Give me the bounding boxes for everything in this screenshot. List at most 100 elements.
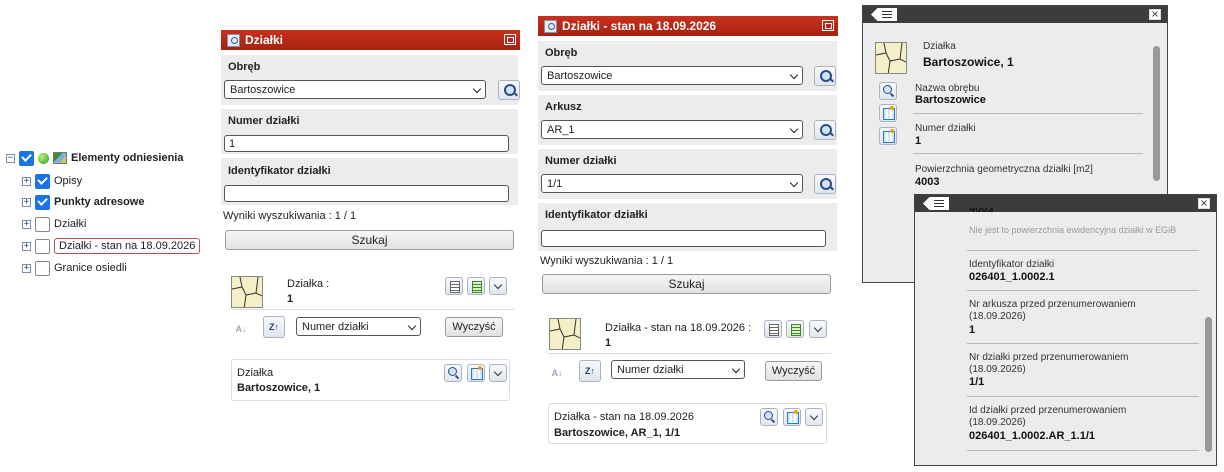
sort-select[interactable]: Numer działki xyxy=(611,360,745,379)
field-label: Powierzchnia geometryczna działki [m2] xyxy=(915,164,1093,175)
chevron-down-icon[interactable] xyxy=(489,364,507,382)
info-name: Bartoszowice, 1 xyxy=(923,55,1014,69)
expand-icon[interactable]: + xyxy=(22,219,31,229)
chevron-down-icon xyxy=(789,124,799,134)
field-label: Nr arkusza przed przenumerowaniem (18.09… xyxy=(969,299,1136,322)
checkbox-granice[interactable] xyxy=(35,260,50,276)
tree-label[interactable]: Działki xyxy=(54,218,86,230)
detail-card[interactable]: Działka - stan na 18.09.2026 Bartoszowic… xyxy=(548,403,827,444)
zoom-to-icon[interactable] xyxy=(444,364,462,382)
tree-row-dzialki-stan[interactable]: + Działki - stan na 18.09.2026 xyxy=(22,236,201,256)
clear-button[interactable]: Wyczyść xyxy=(445,317,503,337)
locate-map-icon[interactable] xyxy=(879,104,897,122)
separator xyxy=(913,113,1143,114)
info-type: Działka xyxy=(923,41,956,52)
obreb-search-button[interactable] xyxy=(814,66,836,86)
result-card[interactable]: Działka - stan na 18.09.2026 : 1 xyxy=(546,314,832,354)
checkbox-dzialki[interactable] xyxy=(35,216,50,232)
search-button[interactable]: Szukaj xyxy=(225,230,514,250)
restore-icon[interactable] xyxy=(504,34,516,45)
expand-icon[interactable]: + xyxy=(22,241,31,251)
export-icon[interactable] xyxy=(786,320,804,338)
export-icon[interactable] xyxy=(467,277,485,295)
clear-button[interactable]: Wyczyść xyxy=(765,361,822,381)
ident-input[interactable] xyxy=(541,230,826,247)
popup-header: × xyxy=(915,195,1216,212)
tree-row-granice[interactable]: + Granice osiedli xyxy=(22,258,127,278)
result-card[interactable]: Działka : 1 xyxy=(229,272,515,310)
field-label: Identyfikator działki xyxy=(969,259,1055,270)
report-icon[interactable] xyxy=(764,320,782,338)
tree-label[interactable]: Działki - stan na 18.09.2026 xyxy=(54,238,201,254)
separator xyxy=(967,396,1199,397)
detail-name: Bartoszowice, 1 xyxy=(237,382,321,394)
chevron-down-icon xyxy=(789,178,799,188)
expand-icon[interactable]: + xyxy=(22,176,31,186)
zoom-to-icon[interactable] xyxy=(879,82,897,100)
locate-map-icon[interactable] xyxy=(783,408,801,426)
scrollbar[interactable] xyxy=(1205,317,1212,452)
obreb-select[interactable]: Bartoszowice xyxy=(541,66,803,85)
expand-icon[interactable]: + xyxy=(22,263,31,273)
obreb-search-button[interactable] xyxy=(498,80,520,100)
popup-header: × xyxy=(863,6,1167,23)
report-icon[interactable] xyxy=(445,277,463,295)
search-button[interactable]: Szukaj xyxy=(542,274,831,294)
sort-desc-icon[interactable]: Z↑ xyxy=(579,360,601,382)
chevron-down-icon xyxy=(731,364,741,374)
collapse-icon[interactable]: − xyxy=(6,153,15,163)
search-panel-icon xyxy=(544,19,557,33)
checkbox-opisy[interactable] xyxy=(35,173,50,189)
parcel-thumbnail-icon xyxy=(875,42,907,74)
tree-label[interactable]: Elementy odniesienia xyxy=(71,152,183,164)
separator xyxy=(967,290,1199,291)
arkusz-search-button[interactable] xyxy=(814,120,836,140)
tree-row-dzialki[interactable]: + Działki xyxy=(22,214,86,234)
tree-label[interactable]: Opisy xyxy=(54,175,82,187)
zoom-to-icon[interactable] xyxy=(760,408,778,426)
locate-map-icon[interactable] xyxy=(467,364,485,382)
field-label: Numer działki xyxy=(915,123,976,134)
detail-card[interactable]: Działka Bartoszowice, 1 xyxy=(231,359,510,401)
detail-type: Działka - stan na 18.09.2026 xyxy=(554,411,695,423)
tree-label[interactable]: Punkty adresowe xyxy=(54,196,144,208)
tree-row-elementy[interactable]: − Elementy odniesienia xyxy=(6,148,183,168)
parcel-thumbnail-icon xyxy=(231,276,263,308)
menu-icon[interactable] xyxy=(923,197,949,210)
menu-icon[interactable] xyxy=(871,8,897,21)
chevron-down-icon[interactable] xyxy=(805,408,823,426)
obreb-select[interactable]: Bartoszowice xyxy=(224,80,486,99)
ident-input[interactable] xyxy=(224,185,509,202)
checkbox-dzialki-stan[interactable] xyxy=(35,238,50,254)
parcel-thumbnail-icon xyxy=(549,318,581,350)
tree-row-opisy[interactable]: + Opisy xyxy=(22,171,82,191)
checkbox-elementy[interactable] xyxy=(19,150,34,166)
chevron-down-icon[interactable] xyxy=(489,277,507,295)
arkusz-select[interactable]: AR_1 xyxy=(541,120,803,139)
close-icon[interactable]: × xyxy=(1198,198,1210,209)
chevron-down-icon xyxy=(407,321,417,331)
numer-input[interactable]: 1 xyxy=(224,135,509,152)
sort-select[interactable]: Numer działki xyxy=(296,317,421,336)
chevron-down-icon xyxy=(789,70,799,80)
detail-name: Bartoszowice, AR_1, 1/1 xyxy=(554,427,681,439)
partial-value: 4003 xyxy=(969,208,994,214)
tree-row-punkty[interactable]: + Punkty adresowe xyxy=(22,192,144,212)
numer-search-button[interactable] xyxy=(814,174,836,194)
sort-desc-icon[interactable]: Z↑ xyxy=(263,316,285,338)
tree-label[interactable]: Granice osiedli xyxy=(54,262,127,274)
remove-from-map-icon[interactable] xyxy=(879,127,897,145)
chevron-down-icon[interactable] xyxy=(809,320,827,338)
separator xyxy=(967,450,1199,451)
result-number: 1 xyxy=(287,293,294,305)
numer-select[interactable]: 1/1 xyxy=(541,174,803,193)
scrollbar[interactable] xyxy=(1153,46,1160,181)
field-value: 4003 xyxy=(915,176,940,188)
close-icon[interactable]: × xyxy=(1149,9,1161,20)
sort-asc-icon[interactable]: A↓ xyxy=(230,318,252,340)
sort-asc-icon[interactable]: A↓ xyxy=(546,362,568,384)
restore-icon[interactable] xyxy=(822,20,834,31)
checkbox-punkty[interactable] xyxy=(35,194,50,210)
expand-icon[interactable]: + xyxy=(22,197,31,207)
separator xyxy=(967,343,1199,344)
